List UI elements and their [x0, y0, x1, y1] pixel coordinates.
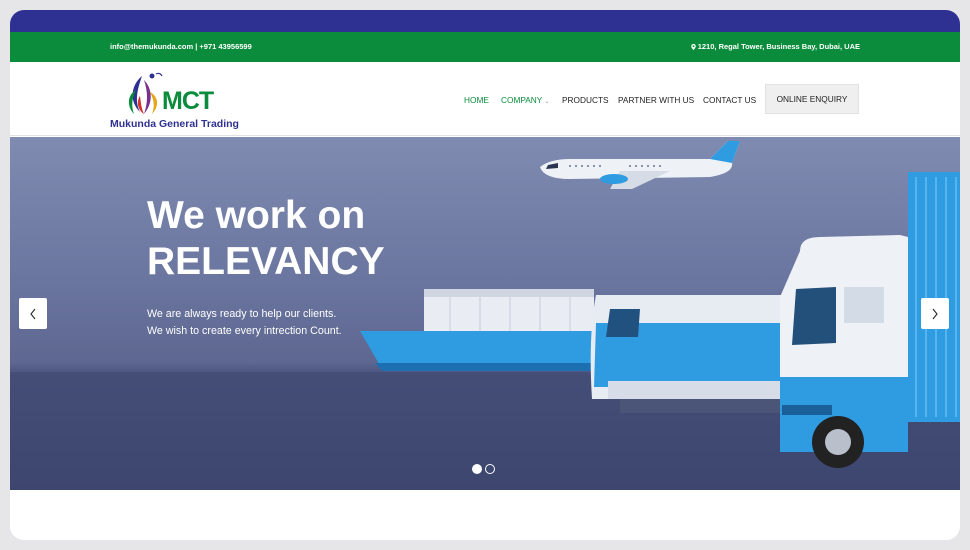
- nav-item-company[interactable]: COMPANY ⌄: [501, 95, 549, 105]
- airplane-graphic: [540, 141, 740, 189]
- nav-item-company-label: COMPANY: [501, 95, 543, 105]
- nav-item-home[interactable]: HOME: [464, 95, 489, 105]
- hero-headline: We work on RELEVANCY: [147, 193, 385, 285]
- logo-letters: MCT: [162, 87, 214, 115]
- cargo-ship-graphic: [360, 289, 622, 371]
- chevron-down-icon: ⌄: [544, 99, 550, 105]
- slide-dot-1[interactable]: [472, 464, 482, 474]
- hero-subtext-line-2: We wish to create every intrection Count…: [147, 325, 342, 337]
- nav-item-partner-with-us[interactable]: PARTNER WITH US: [618, 95, 694, 105]
- slider-next-button[interactable]: [921, 298, 949, 329]
- nav-item-contact-us[interactable]: CONTACT US: [703, 95, 756, 105]
- train-graphic: [590, 295, 790, 413]
- slide-dot-2[interactable]: [485, 464, 495, 474]
- online-enquiry-button[interactable]: ONLINE ENQUIRY: [765, 84, 859, 114]
- address-text: 1210, Regal Tower, Business Bay, Dubai, …: [697, 42, 860, 51]
- main-navbar: MCT Mukunda General Trading HOME COMPANY…: [10, 62, 960, 136]
- logo-company-name: Mukunda General Trading: [110, 118, 239, 130]
- page-content-below: [10, 490, 960, 540]
- contact-bar: info@themukunda.com | +971 43956599 1210…: [10, 32, 960, 62]
- hero-subtext-line-1: We are always ready to help our clients.: [147, 308, 337, 320]
- nav-item-products[interactable]: PRODUCTS: [562, 95, 609, 105]
- browser-viewport: info@themukunda.com | +971 43956599 1210…: [10, 10, 960, 540]
- address-block: 1210, Regal Tower, Business Bay, Dubai, …: [690, 42, 860, 51]
- chevron-left-icon: [30, 308, 36, 319]
- chevron-right-icon: [932, 308, 938, 319]
- hero-headline-line-2: RELEVANCY: [147, 240, 385, 283]
- email-phone-text[interactable]: info@themukunda.com | +971 43956599: [110, 42, 252, 51]
- hero-slider: We work on RELEVANCY We are always ready…: [10, 137, 960, 490]
- slider-prev-button[interactable]: [19, 298, 47, 329]
- hero-headline-line-1: We work on: [147, 194, 366, 237]
- top-color-band: [10, 10, 960, 32]
- site-logo[interactable]: MCT Mukunda General Trading: [108, 68, 248, 130]
- map-pin-icon: [690, 44, 696, 50]
- hero-subtext: We are always ready to help our clients.…: [147, 306, 342, 340]
